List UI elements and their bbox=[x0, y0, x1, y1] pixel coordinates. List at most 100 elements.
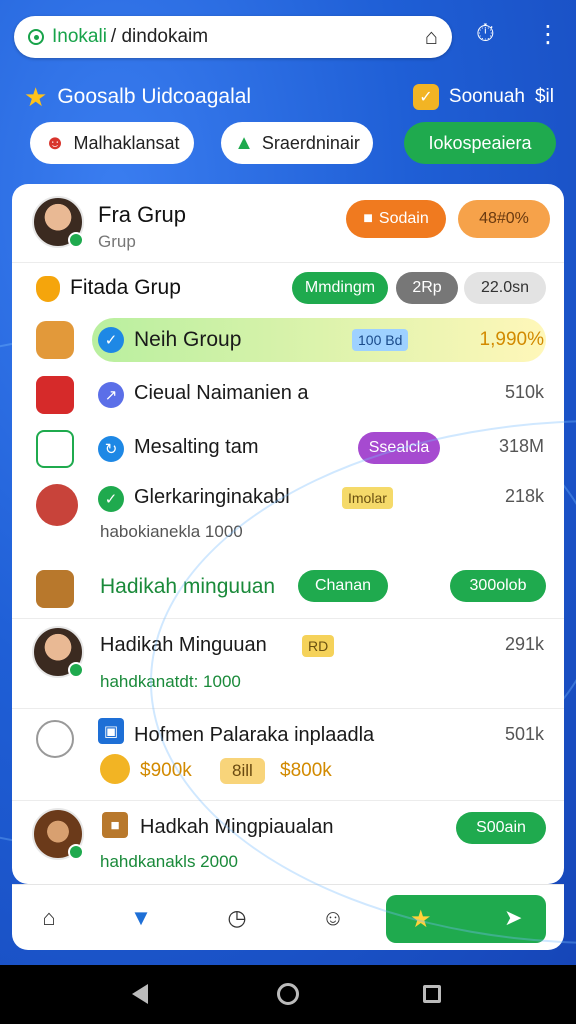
row-label: Cieual Naimanien a bbox=[134, 382, 309, 404]
group-secondary-button[interactable]: 48#0% bbox=[458, 200, 550, 238]
section-tag-3-label: 22.0sn bbox=[480, 279, 530, 296]
pill-button-3[interactable]: Iokospeaiera bbox=[404, 122, 556, 164]
home-icon[interactable]: ⌂ bbox=[34, 903, 64, 933]
row-value: 510k bbox=[504, 382, 544, 402]
ribbon-icon: ✓ bbox=[412, 84, 439, 110]
row-value-button[interactable]: 300olob bbox=[450, 570, 546, 602]
group-icon[interactable]: ☺ bbox=[318, 903, 348, 933]
list-item[interactable]: ✓ Neih Group 100 Bd 1,990% bbox=[12, 318, 564, 362]
online-status-icon bbox=[68, 844, 84, 860]
back-icon[interactable] bbox=[132, 984, 148, 1004]
section-tag-1-label: Mmdingm bbox=[304, 279, 376, 296]
divider bbox=[12, 708, 564, 709]
row-badge-label: S00ain bbox=[476, 819, 526, 836]
row-price-2: $800k bbox=[280, 760, 332, 781]
bookmark-icon[interactable]: ⌂ bbox=[425, 24, 438, 50]
row-label: Hofmen Palaraka inplaadla bbox=[134, 724, 375, 746]
row-subtext: hahdkanatdt: 1000 bbox=[100, 672, 241, 691]
coin-icon bbox=[100, 754, 130, 784]
person-icon: ☻ bbox=[44, 131, 66, 154]
row-label: Hadikah Minguuan bbox=[100, 634, 267, 656]
gift-box-icon bbox=[36, 570, 74, 608]
list-item[interactable]: Hadikah minguuan Chanan 300olob bbox=[12, 566, 564, 610]
row-value: 300olob bbox=[469, 577, 527, 594]
check-circle-icon: ✓ bbox=[98, 486, 124, 512]
recent-apps-icon[interactable] bbox=[423, 985, 441, 1003]
list-item[interactable]: ↗ Cieual Naimanien a 510k bbox=[12, 374, 564, 418]
chart-icon: ↗ bbox=[98, 382, 124, 408]
row-badge-label: Ssealcla bbox=[368, 439, 430, 456]
row-label: Mesalting tam bbox=[134, 436, 259, 458]
link-icon bbox=[36, 720, 74, 758]
header-right-suffix: $il bbox=[534, 86, 554, 107]
row-subtext: hahdkanakls 2000 bbox=[100, 852, 239, 871]
online-status-icon bbox=[68, 232, 84, 248]
online-status-icon bbox=[68, 662, 84, 678]
row-badge-label: Chanan bbox=[314, 577, 372, 594]
divider bbox=[12, 618, 564, 619]
pill-label-2: Sraerdninair bbox=[261, 132, 360, 153]
gift-box-icon: ■ bbox=[102, 812, 128, 838]
pill-label-3: Iokospeaiera bbox=[428, 132, 532, 153]
secure-lock-icon bbox=[28, 29, 44, 45]
row-value: 501k bbox=[504, 724, 544, 744]
row-subtext: habokianekla 1000 bbox=[100, 522, 243, 541]
refresh-icon: ↻ bbox=[98, 436, 124, 462]
check-icon: ✓ bbox=[98, 327, 124, 353]
row-label: Hadikah minguuan bbox=[100, 575, 276, 598]
divider bbox=[12, 800, 564, 801]
row-value: 218k bbox=[504, 486, 544, 506]
group-subtitle: Grup bbox=[98, 232, 136, 251]
gift-icon: ■ bbox=[363, 210, 373, 227]
nav-action-button[interactable]: ★ ➤ bbox=[386, 895, 546, 943]
section-tag-1[interactable]: Mmdingm bbox=[292, 272, 388, 304]
header-right[interactable]: ✓ Soonuah $il bbox=[412, 84, 554, 110]
timer-icon[interactable]: ⏱ bbox=[476, 20, 495, 48]
group-primary-button[interactable]: ■ Sodain bbox=[346, 200, 446, 238]
mountain-icon: ▲ bbox=[234, 131, 254, 154]
row-badge: 100 Bd bbox=[352, 329, 409, 351]
row-value: 318M bbox=[498, 436, 544, 456]
pill-button-1[interactable]: ☻ Malhaklansat bbox=[30, 122, 194, 164]
group-secondary-label: 48#0% bbox=[479, 210, 529, 227]
group-name: Fra Grup bbox=[98, 202, 187, 227]
card-icon bbox=[36, 430, 74, 468]
row-label: Hadkah Mingpiaualan bbox=[140, 816, 334, 838]
list-item[interactable]: Hadikah Minguuan RD 291k hahdkanatdt: 10… bbox=[12, 626, 564, 706]
list-item[interactable]: ✓ Glerkaringinakabl Imolar 218k habokian… bbox=[12, 480, 564, 560]
header-row: ★ Goosalb Uidcoagalal ✓ Soonuah $il bbox=[24, 80, 554, 114]
group-primary-label: Sodain bbox=[378, 210, 429, 227]
star-icon: ★ bbox=[24, 81, 48, 112]
row-badge[interactable]: S00ain bbox=[456, 812, 546, 844]
url-host: Inokali bbox=[52, 26, 107, 47]
row-price-1: $900k bbox=[140, 760, 192, 781]
divider bbox=[12, 262, 564, 263]
bottom-nav: ⌂ ▼ ◷ ☺ ★ ➤ bbox=[12, 884, 564, 950]
app-screen: Inokali / dindokaim ⌂ ⏱ ⋮ ★ Goosalb Uidc… bbox=[0, 0, 576, 965]
url-path: / dindokaim bbox=[110, 26, 209, 47]
list-item[interactable]: ▣ Hofmen Palaraka inplaadla 501k $900k 8… bbox=[12, 714, 564, 794]
list-item[interactable]: ■ Hadkah Mingpiaualan S00ain hahdkanakls… bbox=[12, 804, 564, 884]
url-bar[interactable]: Inokali / dindokaim ⌂ bbox=[14, 16, 452, 58]
more-menu-icon[interactable]: ⋮ bbox=[536, 20, 560, 49]
star-icon: ★ bbox=[410, 906, 432, 933]
group-header: Fra Grup Grup ■ Sodain 48#0% bbox=[12, 184, 564, 262]
price-chip: 8ill bbox=[220, 758, 265, 784]
row-badge: RD bbox=[302, 635, 335, 657]
row-value: 1,990% bbox=[479, 329, 544, 350]
row-label: Neih Group bbox=[134, 328, 242, 351]
clock-icon[interactable]: ◷ bbox=[222, 903, 252, 933]
page-title: Goosalb Uidcoagalal bbox=[57, 85, 252, 108]
row-badge[interactable]: Chanan bbox=[298, 570, 388, 602]
section-title: Fitada Grup bbox=[70, 276, 181, 299]
hash-box-icon bbox=[36, 376, 74, 414]
row-badge[interactable]: Ssealcla bbox=[358, 432, 440, 464]
section-tag-2[interactable]: 2Rp bbox=[396, 272, 458, 304]
row-value: 291k bbox=[504, 634, 544, 654]
section-tag-3[interactable]: 22.0sn bbox=[464, 272, 546, 304]
award-icon bbox=[36, 484, 78, 526]
list-item[interactable]: ↻ Mesalting tam Ssealcla 318M bbox=[12, 428, 564, 472]
home-circle-icon[interactable] bbox=[277, 983, 299, 1005]
pill-button-2[interactable]: ▲ Sraerdninair bbox=[221, 122, 373, 164]
inbox-icon[interactable]: ▼ bbox=[126, 903, 156, 933]
